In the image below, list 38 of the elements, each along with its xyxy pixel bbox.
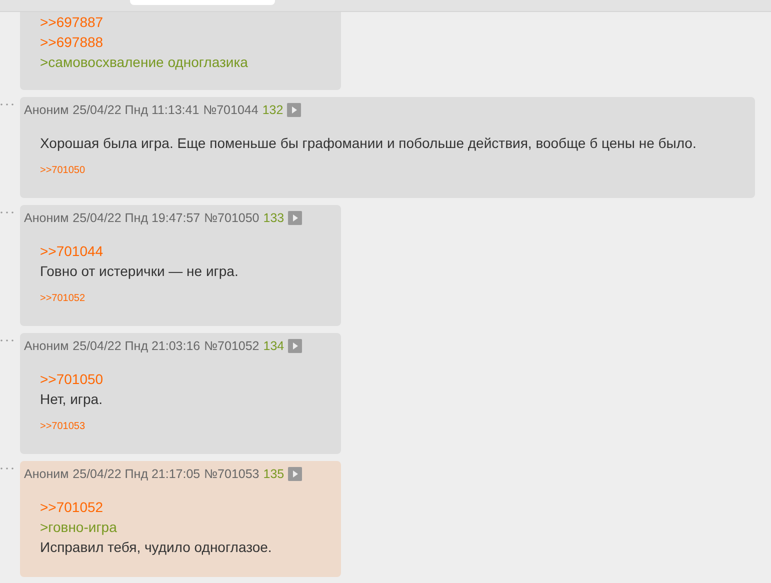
post-text: Исправил тебя, чудило одноглазое. [40, 538, 272, 557]
reply-link[interactable]: >>701052 [40, 497, 104, 517]
post-date: 25/04/22 Пнд 21:17:05 [72, 466, 200, 483]
play-icon[interactable] [288, 467, 302, 481]
play-icon[interactable] [288, 211, 302, 225]
dots-icon[interactable] [0, 467, 14, 470]
reply-link[interactable]: >>701044 [40, 241, 104, 261]
post-index: 135 [263, 466, 284, 483]
post-index: 134 [263, 338, 284, 355]
post-index: 132 [262, 102, 284, 119]
post-number[interactable]: №701044 [203, 100, 258, 120]
post-author: Аноним [24, 102, 69, 119]
post-number[interactable]: №701050 [204, 208, 260, 228]
reply-link[interactable]: >>697888 [40, 32, 104, 52]
reply-link[interactable]: >>701052 [40, 291, 86, 306]
post-date: 25/04/22 Пнд 21:03:16 [72, 338, 200, 355]
post-text: Говно от истерички — не игра. [40, 262, 238, 281]
post-number[interactable]: №701052 [204, 336, 260, 356]
dots-icon[interactable] [0, 339, 14, 342]
quote-text: >говно-игра [40, 518, 117, 537]
post-date: 25/04/22 Пнд 19:47:57 [72, 210, 200, 227]
post-index: 133 [263, 210, 284, 227]
quote-text: >самовосхваление одноглазика [40, 53, 248, 72]
reply-link[interactable]: >>701050 [40, 369, 104, 389]
post-author: Аноним [24, 338, 69, 355]
post-author: Аноним [24, 466, 69, 483]
dots-icon[interactable] [0, 103, 14, 106]
dots-icon[interactable] [0, 211, 14, 214]
post-number[interactable]: №701053 [204, 464, 260, 484]
reply-link[interactable]: >>701053 [40, 419, 86, 434]
post-date: 25/04/22 Пнд 11:13:41 [72, 102, 200, 119]
post-author: Аноним [24, 210, 69, 227]
reply-link[interactable]: >>697887 [40, 12, 104, 32]
play-icon[interactable] [288, 339, 302, 353]
play-icon[interactable] [287, 103, 302, 117]
reply-link[interactable]: >>701050 [40, 163, 86, 178]
post-text: Нет, игра. [40, 390, 102, 409]
post-text: Хорошая была игра. Еще поменьше бы графомании и побольше действия, вообще б цены не было. [40, 134, 696, 153]
